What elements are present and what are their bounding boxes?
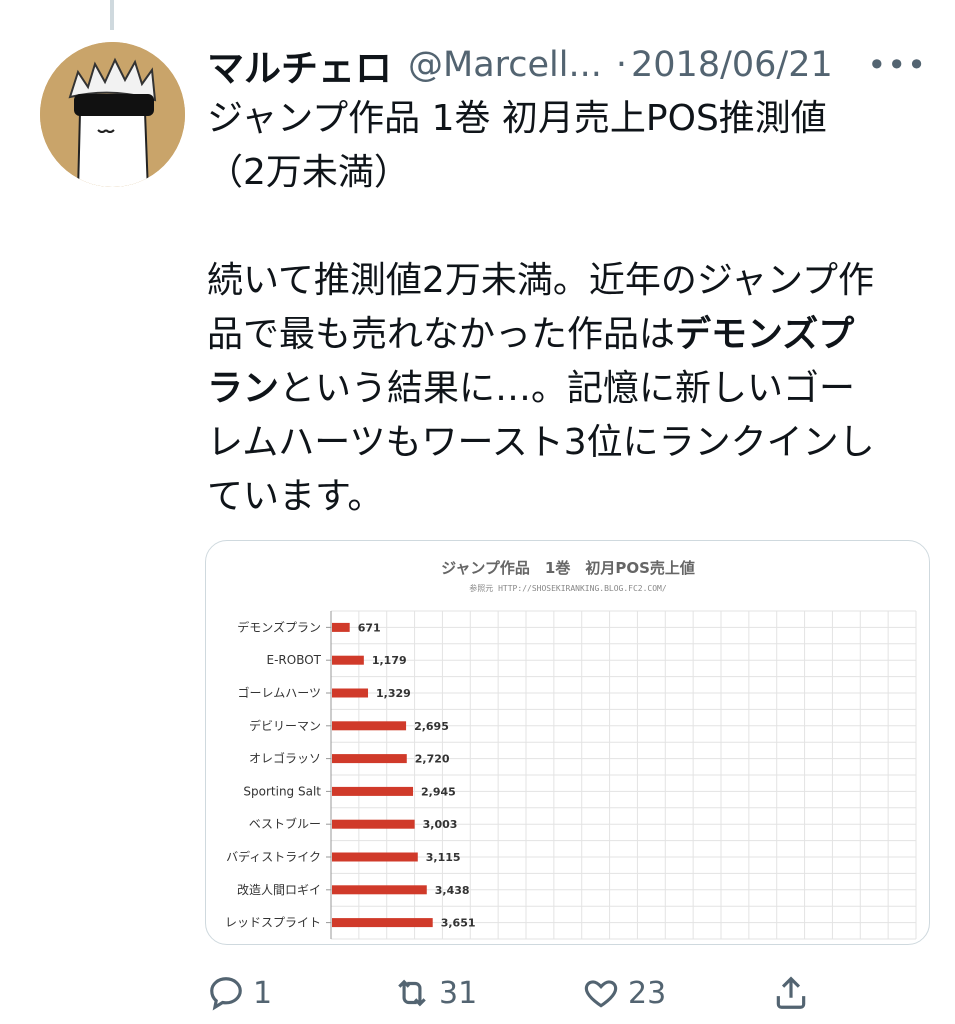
- tweet-body-text: 品で最も売れなかった作品は: [207, 314, 676, 355]
- tweet-body-text: という結果に…。記憶に新しいゴー: [279, 368, 856, 409]
- category-label: E-ROBOT: [267, 653, 322, 667]
- retweet-count: 31: [439, 975, 478, 1011]
- retweet-icon: [398, 979, 426, 1007]
- data-label: 671: [358, 621, 381, 634]
- separator-dot: ·: [615, 45, 628, 85]
- category-label: レッドスプライト: [225, 916, 321, 930]
- category-label: ベストブルー: [249, 816, 321, 831]
- display-name[interactable]: マルチェロ: [207, 38, 392, 92]
- like-count: 23: [628, 975, 667, 1011]
- user-handle[interactable]: @Marcell...: [408, 45, 602, 85]
- like-button[interactable]: 23: [582, 968, 666, 1018]
- data-label: 2,945: [421, 785, 456, 798]
- tweet-header: マルチェロ @Marcell... · 2018/06/21 •••: [207, 40, 927, 90]
- data-label: 2,720: [415, 753, 450, 766]
- tweet-body-line-1: 続いて推測値2万未満。近年のジャンプ作: [207, 260, 874, 301]
- tweet-body-line-5: ています。: [207, 476, 384, 517]
- data-label: 3,651: [441, 917, 476, 930]
- avatar-illustration: [40, 42, 185, 187]
- reply-button[interactable]: 1: [207, 968, 272, 1018]
- category-label: ゴーレムハーツ: [237, 685, 321, 700]
- chart-svg: ジャンプ作品 1巻 初月POS売上値 参照元 HTTP://SHOSEKIRAN…: [225, 559, 917, 940]
- chart-title: ジャンプ作品 1巻 初月POS売上値: [441, 559, 695, 577]
- bar: [332, 918, 433, 928]
- media-card[interactable]: ジャンプ作品 1巻 初月POS売上値 参照元 HTTP://SHOSEKIRAN…: [205, 540, 930, 945]
- data-label: 1,329: [376, 687, 411, 700]
- bar: [332, 721, 407, 731]
- reply-count: 1: [253, 975, 273, 1011]
- share-icon: [776, 976, 806, 1009]
- category-label: Sporting Salt: [243, 784, 321, 798]
- bar: [332, 754, 407, 764]
- tweet-body-line-2: 品で最も売れなかった作品はデモンズプ: [207, 308, 927, 362]
- bar: [332, 885, 427, 895]
- bar: [332, 819, 415, 829]
- bar: [332, 655, 364, 665]
- reply-icon: [210, 977, 242, 1011]
- tweet-actions: 1 31 23: [207, 968, 927, 1018]
- thread-connector-line: [110, 0, 114, 30]
- tweet-body-bold: デモンズプ: [675, 314, 855, 355]
- tweet-text: ジャンプ作品 1巻 初月売上POS推測値 （2万未満） 続いて推測値2万未満。近…: [207, 92, 927, 524]
- share-button[interactable]: [772, 968, 810, 1018]
- avatar[interactable]: [40, 42, 185, 187]
- bar: [332, 852, 418, 862]
- heart-icon: [584, 980, 618, 1008]
- data-label: 2,695: [414, 720, 449, 733]
- category-label: デモンズプラン: [237, 619, 321, 634]
- category-label: 改造人間ロギイ: [237, 883, 321, 897]
- tweet-body-line-3: ランという結果に…。記憶に新しいゴー: [207, 362, 927, 416]
- data-label: 3,438: [435, 884, 470, 897]
- tweet-title-line-1: ジャンプ作品 1巻 初月売上POS推測値: [207, 98, 827, 139]
- retweet-button[interactable]: 31: [393, 968, 477, 1018]
- more-dots-icon[interactable]: •••: [867, 46, 927, 84]
- bar: [332, 786, 414, 796]
- category-label: デビリーマン: [249, 718, 321, 733]
- category-label: オレゴラッソ: [249, 751, 321, 766]
- tweet-date[interactable]: 2018/06/21: [631, 45, 833, 85]
- tweet-body-line-4: レムハーツもワースト3位にランクインし: [207, 422, 875, 463]
- data-label: 3,003: [423, 818, 458, 831]
- data-label: 1,179: [372, 654, 407, 667]
- tweet-title-line-2: （2万未満）: [207, 152, 410, 193]
- data-label: 3,115: [426, 851, 461, 864]
- bar: [332, 622, 350, 632]
- bar: [332, 688, 369, 698]
- tweet-body-bold: ラン: [207, 368, 280, 409]
- chart-subtitle: 参照元 HTTP://SHOSEKIRANKING.BLOG.FC2.COM/: [469, 583, 667, 593]
- category-label: バディストライク: [226, 849, 321, 864]
